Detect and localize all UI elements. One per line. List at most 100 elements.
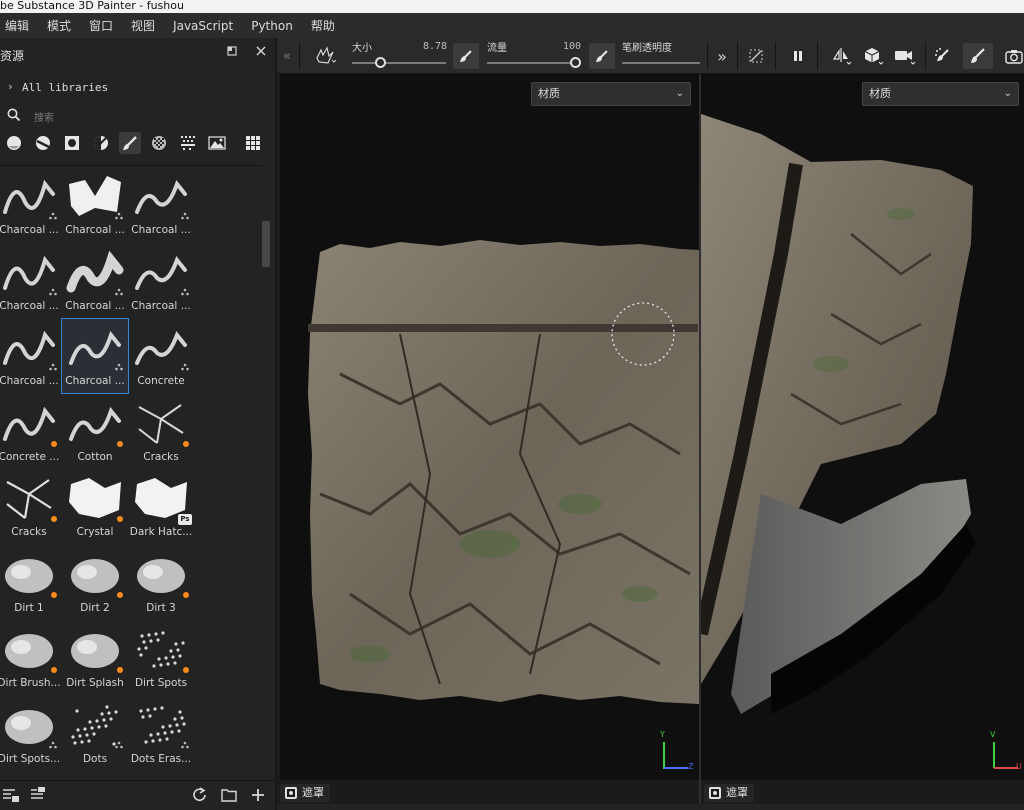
refresh-icon[interactable] (191, 786, 209, 804)
menu-window[interactable]: 窗口 (80, 17, 122, 34)
export-icon[interactable] (30, 786, 48, 804)
brush-preset-icon (49, 741, 57, 748)
brush-tile[interactable]: Concrete ... (0, 395, 62, 469)
pause-icon[interactable] (785, 43, 811, 69)
channel-dropdown-left[interactable]: 材质 ⌄ (531, 82, 691, 106)
brush-tile-label: Dirt Spots (134, 677, 188, 689)
channel-dropdown-left-value: 材质 (538, 87, 560, 100)
brush-tile[interactable]: Dirt 1 (0, 546, 62, 620)
smart-masks-icon[interactable] (61, 132, 83, 154)
brush-tile[interactable]: Cracks (128, 395, 194, 469)
particle-brush-icon[interactable] (930, 43, 956, 69)
grid-view-icon[interactable] (242, 132, 264, 154)
brush-thumbnail (137, 631, 185, 668)
brush-thumbnail (5, 634, 53, 668)
search-input[interactable]: 搜索 (34, 109, 54, 124)
brush-tile[interactable]: Charcoal ... (0, 244, 62, 318)
brush-tile[interactable]: Charcoal ... (0, 319, 62, 393)
menu-javascript[interactable]: JavaScript (164, 19, 242, 33)
folder-icon[interactable] (220, 786, 238, 804)
substance-badge-icon (51, 591, 57, 598)
scrollbar-thumb[interactable] (262, 221, 270, 267)
brush-tile[interactable]: Dirt Brush... (0, 621, 62, 695)
library-label: All libraries (22, 81, 109, 94)
size-slider[interactable] (352, 62, 446, 64)
opacity-slider[interactable] (622, 62, 700, 64)
flow-slider-knob[interactable] (570, 57, 581, 68)
camera-icon[interactable] (892, 43, 918, 69)
brush-tile[interactable]: Crystal (62, 470, 128, 544)
assets-panel-title: 资源 (0, 49, 25, 63)
brush-tile[interactable]: Charcoal ... (62, 168, 128, 242)
mask-icon (285, 787, 297, 799)
brush-tile[interactable]: Cotton (62, 395, 128, 469)
brush-tile-label: Charcoal ... (0, 375, 59, 387)
materials-icon[interactable] (3, 132, 25, 154)
flow-value[interactable]: 100 (563, 41, 581, 52)
close-icon[interactable] (253, 45, 269, 61)
search-bar[interactable]: 搜索 (0, 106, 276, 126)
environments-icon[interactable] (206, 132, 228, 154)
brush-tile-label: Concrete ... (0, 450, 60, 463)
procedurals-icon[interactable] (90, 132, 112, 154)
alpha-selector-icon[interactable] (311, 43, 341, 69)
brush-preset-icon (181, 363, 189, 371)
brushes-icon[interactable] (119, 132, 141, 154)
alphas-icon[interactable] (148, 132, 170, 154)
menu-mode[interactable]: 模式 (38, 17, 80, 34)
brush-tile-label: Charcoal ... (131, 299, 191, 312)
brush-tile-label: Dark Hatc... (129, 526, 193, 538)
mask-toggle-left[interactable]: 遮罩 (280, 784, 330, 802)
import-icon[interactable] (2, 786, 20, 804)
brush-tile[interactable]: Charcoal ... (128, 244, 194, 318)
menu-help[interactable]: 帮助 (302, 17, 344, 34)
brush-tile[interactable]: Ps Dark Hatc... (128, 470, 194, 544)
brush-thumbnail (69, 406, 121, 441)
brush-grid: Charcoal ... Charcoal ... Charcoal ... Char… (0, 165, 262, 777)
size-slider-knob[interactable] (375, 57, 386, 68)
brush-tile[interactable]: Dirt Splash (62, 621, 128, 695)
smart-materials-icon[interactable] (32, 132, 54, 154)
substance-badge-icon (51, 440, 57, 447)
brush-thumbnail (69, 478, 121, 518)
float-window-icon[interactable] (224, 45, 240, 61)
flow-pen-pressure-button[interactable] (589, 43, 615, 69)
brush-tile[interactable]: Charcoal ... (128, 168, 194, 242)
viewport-2d[interactable]: 材质 ⌄ Y Z (280, 74, 699, 804)
3d-object-icon[interactable] (861, 43, 887, 69)
collapse-left-icon[interactable]: « (279, 43, 295, 69)
size-pen-pressure-button[interactable] (453, 43, 479, 69)
brush-tile[interactable]: Dirt Spots (128, 621, 194, 695)
brush-tile[interactable]: Charcoal ... (62, 244, 128, 318)
brush-tile[interactable]: Cracks (0, 470, 62, 544)
symmetry-icon[interactable] (829, 43, 855, 69)
library-selector[interactable]: › All libraries (0, 78, 276, 98)
brush-tile-label: Dots Eras... (130, 752, 192, 765)
size-value[interactable]: 8.78 (423, 41, 447, 52)
paint-brush-icon[interactable] (963, 43, 993, 69)
viewport-3d[interactable]: 材质 ⌄ V U (701, 74, 1024, 804)
menu-python[interactable]: Python (242, 19, 302, 33)
substance-badge-icon (117, 667, 123, 673)
brush-tile[interactable]: Charcoal ... (0, 168, 62, 242)
particles-icon[interactable] (177, 132, 199, 154)
screenshot-camera-icon[interactable] (1001, 43, 1024, 69)
hide-ui-icon[interactable] (743, 43, 769, 69)
brush-tile[interactable]: Dirt 3 (128, 546, 194, 620)
brush-tile[interactable]: Dirt Spots... (0, 697, 62, 771)
mask-icon (709, 787, 721, 799)
brush-grid-scrollbar[interactable] (262, 165, 272, 777)
brush-tile[interactable]: Dots (62, 697, 128, 771)
brush-tile[interactable]: Charcoal ... (61, 318, 129, 394)
expand-toolbar-icon[interactable]: » (709, 43, 735, 69)
menu-edit[interactable]: 编辑 (0, 17, 38, 34)
add-icon[interactable] (249, 786, 267, 804)
mask-toggle-right[interactable]: 遮罩 (704, 784, 754, 802)
flow-slider[interactable] (487, 62, 581, 64)
brush-tile[interactable]: Dots Eras... (128, 697, 194, 771)
brush-tile[interactable]: Concrete (128, 319, 194, 393)
channel-dropdown-right[interactable]: 材质 ⌄ (862, 82, 1019, 106)
brush-tile[interactable]: Dirt 2 (62, 546, 128, 620)
menu-view[interactable]: 视图 (122, 17, 164, 34)
brush-preset-icon (49, 212, 57, 220)
